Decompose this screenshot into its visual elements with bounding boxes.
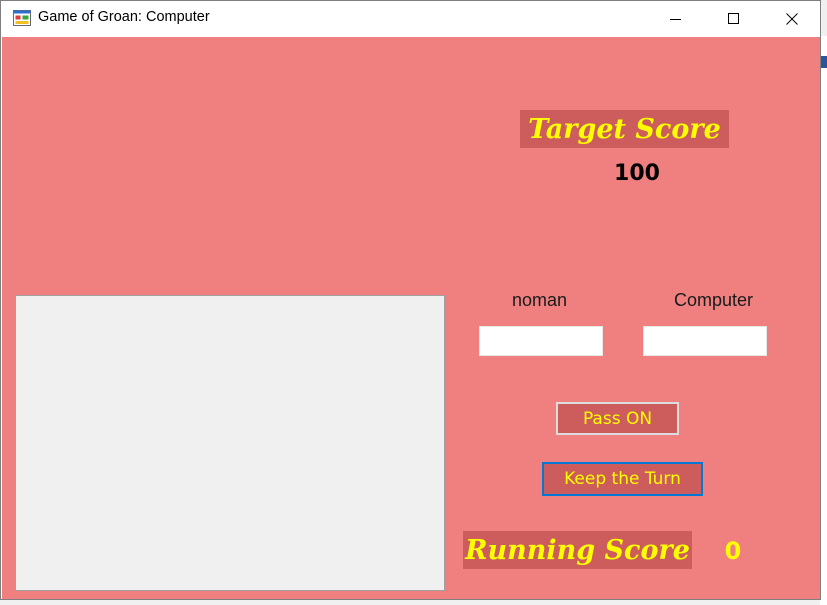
maximize-button[interactable] bbox=[705, 1, 763, 37]
windows-form-icon bbox=[13, 10, 31, 26]
player-name-label: noman bbox=[512, 290, 568, 310]
close-icon bbox=[786, 13, 798, 25]
minimize-icon bbox=[670, 19, 681, 20]
running-score-label: Running Score bbox=[463, 531, 692, 569]
running-score-value: 0 bbox=[724, 537, 742, 565]
target-score-label: Target Score bbox=[520, 110, 729, 148]
maximize-icon bbox=[728, 13, 739, 24]
computer-name-label: Computer bbox=[674, 290, 754, 310]
target-score-value: 100 bbox=[614, 161, 660, 186]
title-bar[interactable]: Game of Groan: Computer bbox=[1, 1, 820, 37]
dice-display-panel bbox=[15, 295, 445, 591]
keep-the-turn-button[interactable]: Keep the Turn bbox=[542, 462, 703, 496]
window-title: Game of Groan: Computer bbox=[38, 9, 210, 25]
game-panel: Target Score 100 noman Computer Pass ON … bbox=[2, 37, 820, 599]
background-window-marker bbox=[820, 56, 827, 68]
close-button[interactable] bbox=[763, 1, 821, 37]
background-window-edge bbox=[820, 36, 827, 605]
computer-score-field[interactable] bbox=[643, 326, 767, 356]
game-window: Game of Groan: Computer Target Score 100… bbox=[0, 0, 821, 600]
player-score-field[interactable] bbox=[479, 326, 603, 356]
pass-on-button[interactable]: Pass ON bbox=[556, 402, 679, 435]
minimize-button[interactable] bbox=[647, 1, 705, 37]
